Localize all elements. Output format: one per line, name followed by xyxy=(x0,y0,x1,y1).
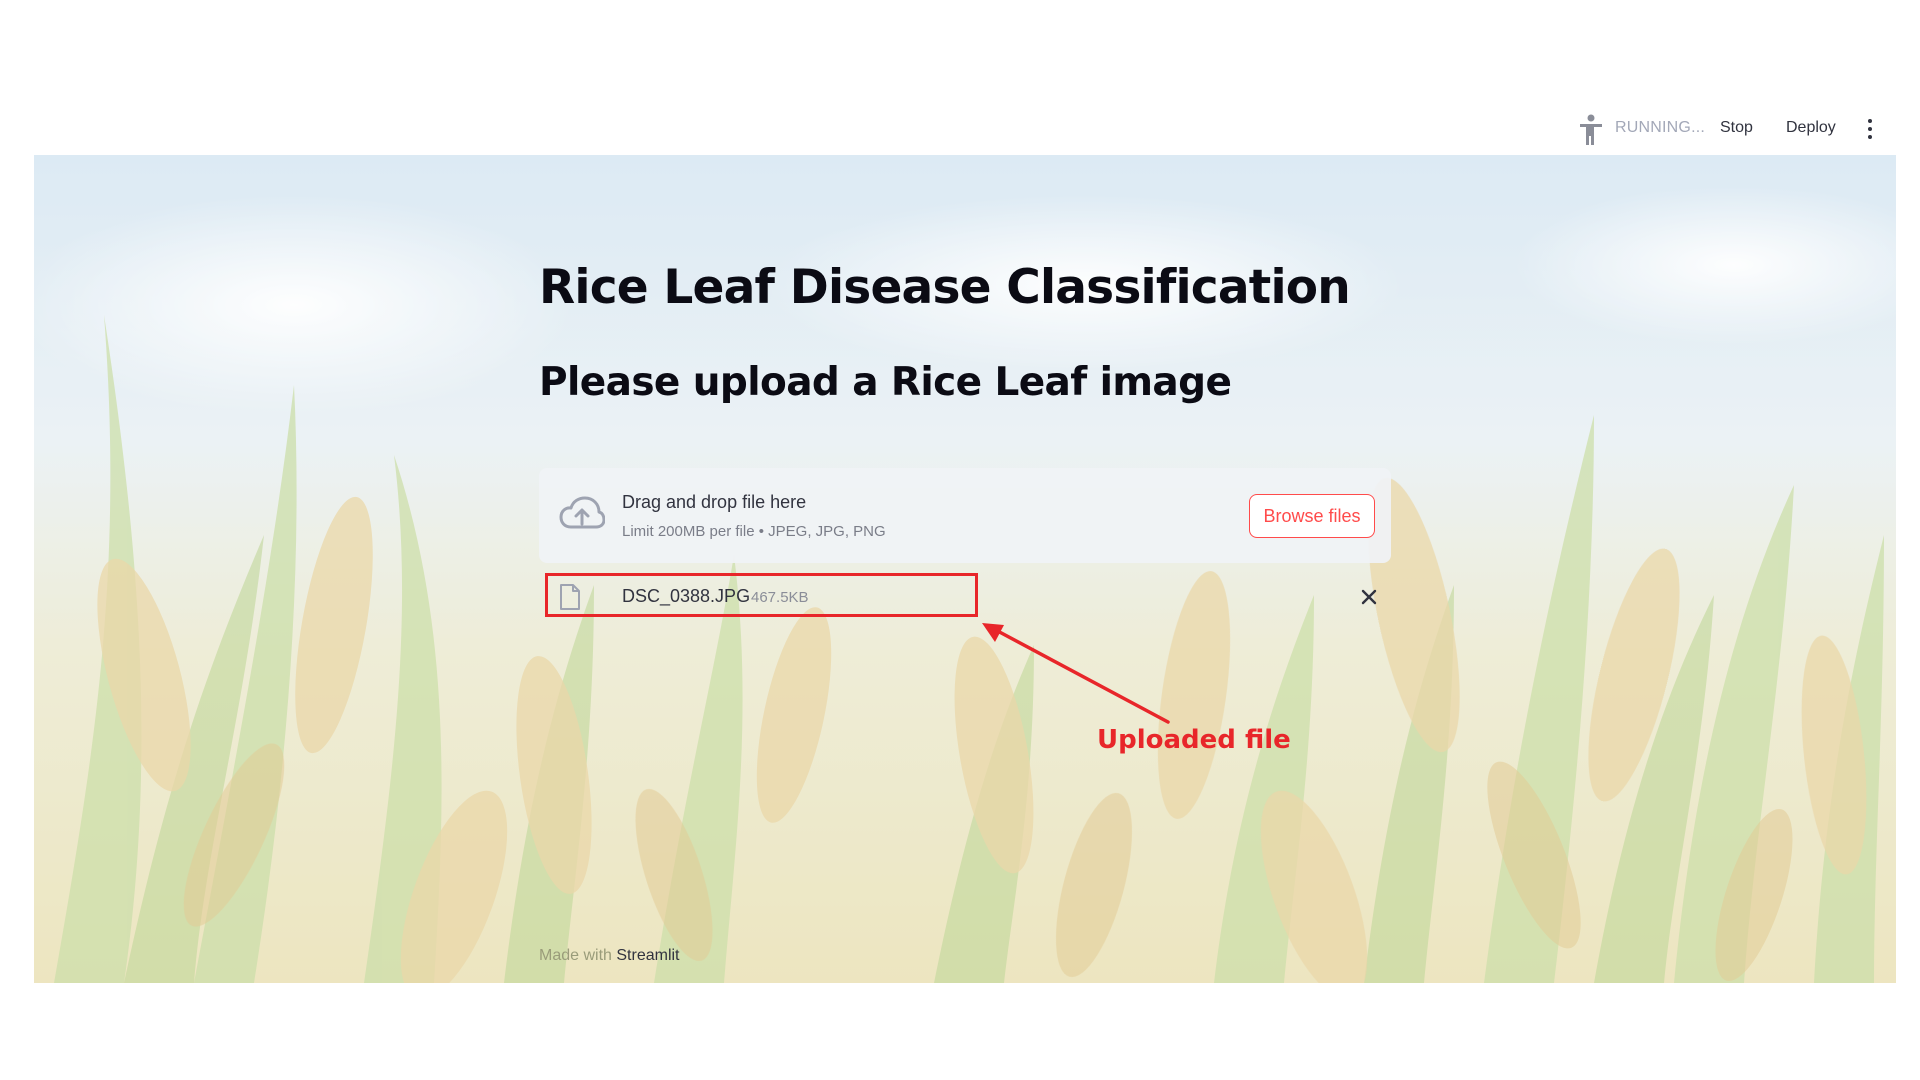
stop-button[interactable]: Stop xyxy=(1720,119,1753,137)
file-icon xyxy=(560,584,580,610)
app-toolbar: RUNNING... Stop Deploy xyxy=(0,104,1920,154)
page-subtitle: Please upload a Rice Leaf image xyxy=(539,360,1232,405)
deploy-button[interactable]: Deploy xyxy=(1786,119,1836,137)
uploaded-file-name: DSC_0388.JPG xyxy=(622,586,751,606)
kebab-menu-icon[interactable] xyxy=(1862,116,1878,142)
dropzone-label: Drag and drop file here xyxy=(622,492,807,512)
uploaded-file-row: DSC_0388.JPG 467.5KB xyxy=(539,573,1391,621)
streamlit-app: RUNNING... Stop Deploy Rice Leaf Disease… xyxy=(0,0,1920,1080)
main-content: Rice Leaf Disease Classification Please … xyxy=(34,155,1896,983)
annotation-label: Uploaded file xyxy=(1097,725,1291,755)
dropzone-limit-text: Limit 200MB per file • JPEG, JPG, PNG xyxy=(622,523,886,540)
running-man-icon xyxy=(1580,114,1602,145)
close-icon[interactable] xyxy=(1359,587,1379,607)
browse-files-button[interactable]: Browse files xyxy=(1249,494,1375,538)
running-status: RUNNING... xyxy=(1615,119,1705,136)
footer-prefix: Made with xyxy=(539,947,617,964)
uploaded-file-size: 467.5KB xyxy=(751,589,809,606)
app-footer: Made with Streamlit xyxy=(539,947,680,965)
streamlit-link[interactable]: Streamlit xyxy=(616,947,679,964)
page-title: Rice Leaf Disease Classification xyxy=(539,260,1351,315)
cloud-upload-icon xyxy=(559,496,605,529)
file-dropzone[interactable]: Drag and drop file here Limit 200MB per … xyxy=(539,468,1391,563)
